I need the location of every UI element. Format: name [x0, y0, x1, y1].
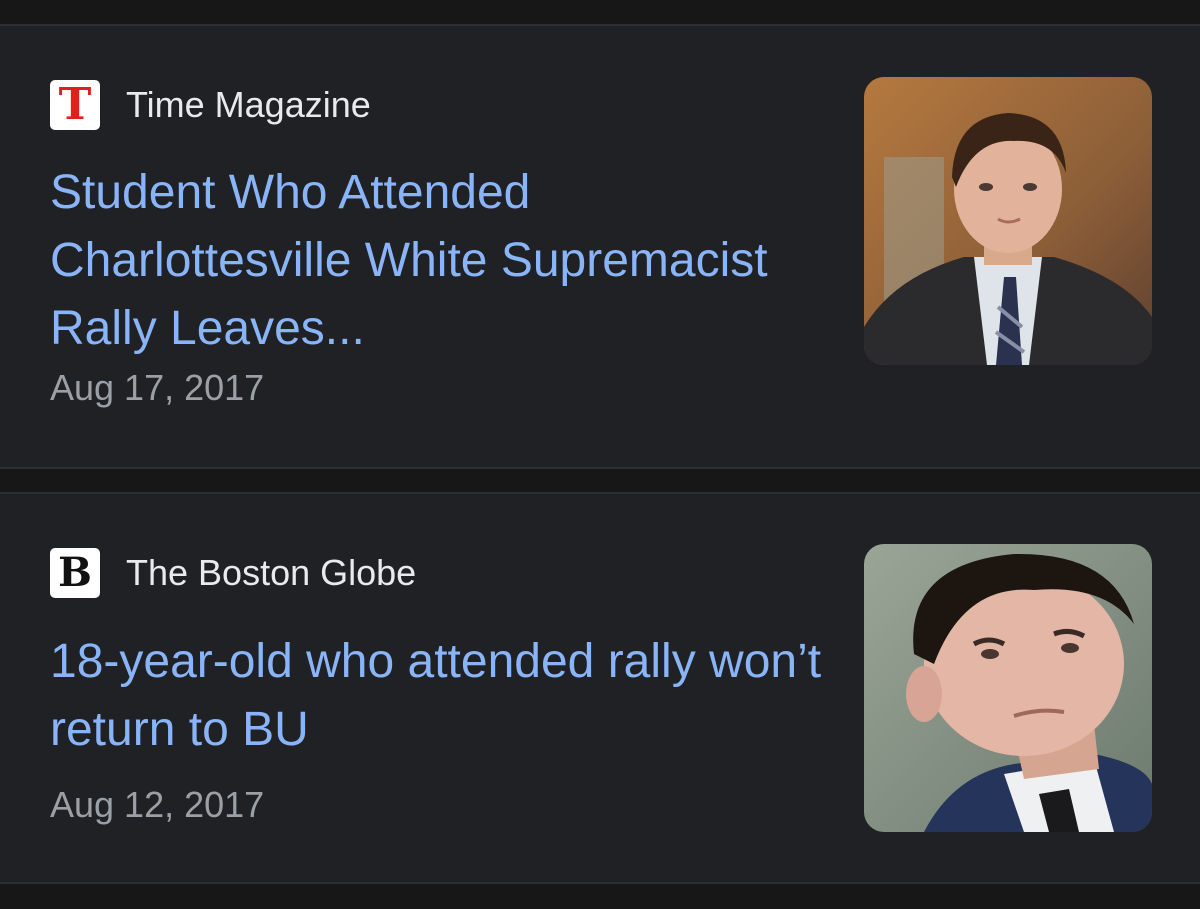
favicon-letter: T: [58, 79, 92, 130]
favicon-letter: B: [58, 549, 92, 596]
publish-date: Aug 17, 2017: [50, 367, 265, 408]
source-name: Time Magazine: [126, 84, 371, 125]
card-separator: [0, 886, 1200, 909]
publish-date: Aug 12, 2017: [50, 784, 265, 825]
boston-globe-logo-icon: B: [50, 548, 100, 598]
source-name: The Boston Globe: [126, 552, 417, 593]
article-thumbnail[interactable]: [864, 544, 1152, 832]
top-strip: [0, 0, 1200, 26]
source-row: B The Boston Globe: [50, 548, 416, 598]
headline-link[interactable]: Student Who Attended Charlottesville Whi…: [50, 159, 830, 363]
headline-link[interactable]: 18-year-old who attended rally won’t ret…: [50, 628, 830, 764]
thumbnail-image: [864, 544, 1152, 832]
news-card[interactable]: B The Boston Globe 18-year-old who atten…: [0, 492, 1200, 884]
card-separator: [0, 471, 1200, 492]
thumbnail-image: [864, 77, 1152, 365]
article-thumbnail[interactable]: [864, 77, 1152, 365]
source-row: T Time Magazine: [50, 80, 371, 130]
time-magazine-logo-icon: T: [50, 80, 100, 130]
news-card[interactable]: T Time Magazine Student Who Attended Cha…: [0, 26, 1200, 469]
